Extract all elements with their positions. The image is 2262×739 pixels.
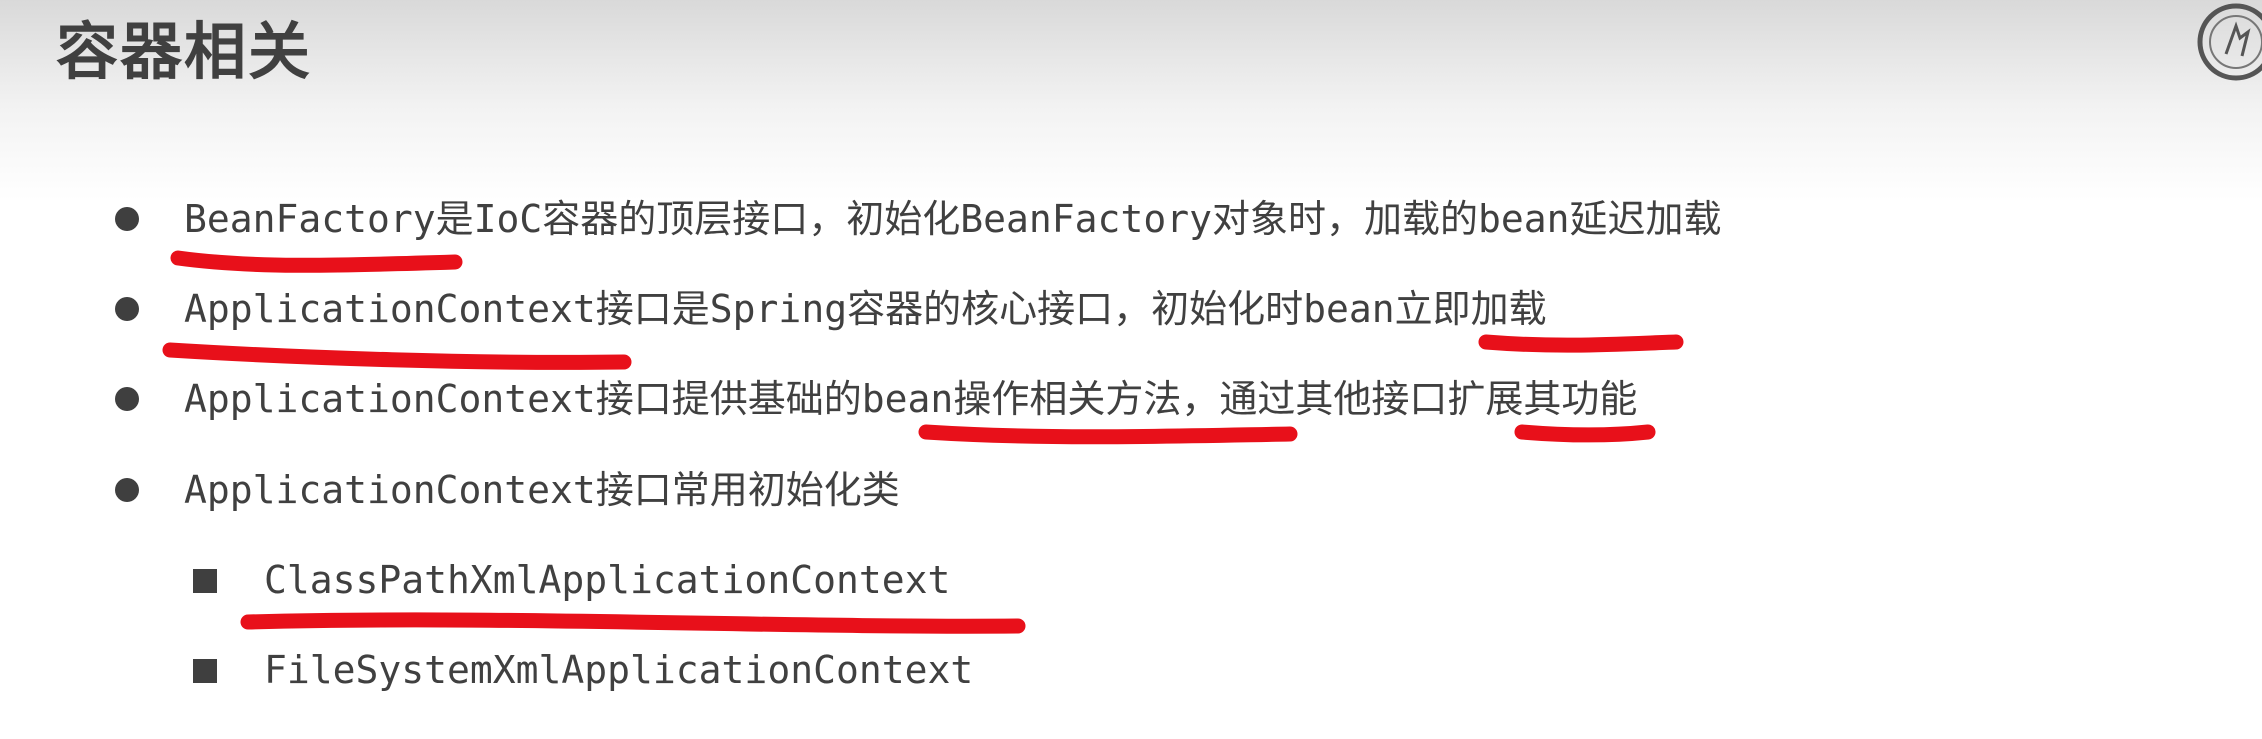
underline-mark	[918, 424, 1298, 445]
underline-mark	[170, 250, 463, 273]
underline-mark	[162, 342, 632, 370]
underline-mark	[240, 612, 1026, 634]
annotation-layer	[162, 250, 1684, 634]
underline-mark	[1514, 424, 1656, 443]
underline-mark	[1478, 334, 1684, 353]
